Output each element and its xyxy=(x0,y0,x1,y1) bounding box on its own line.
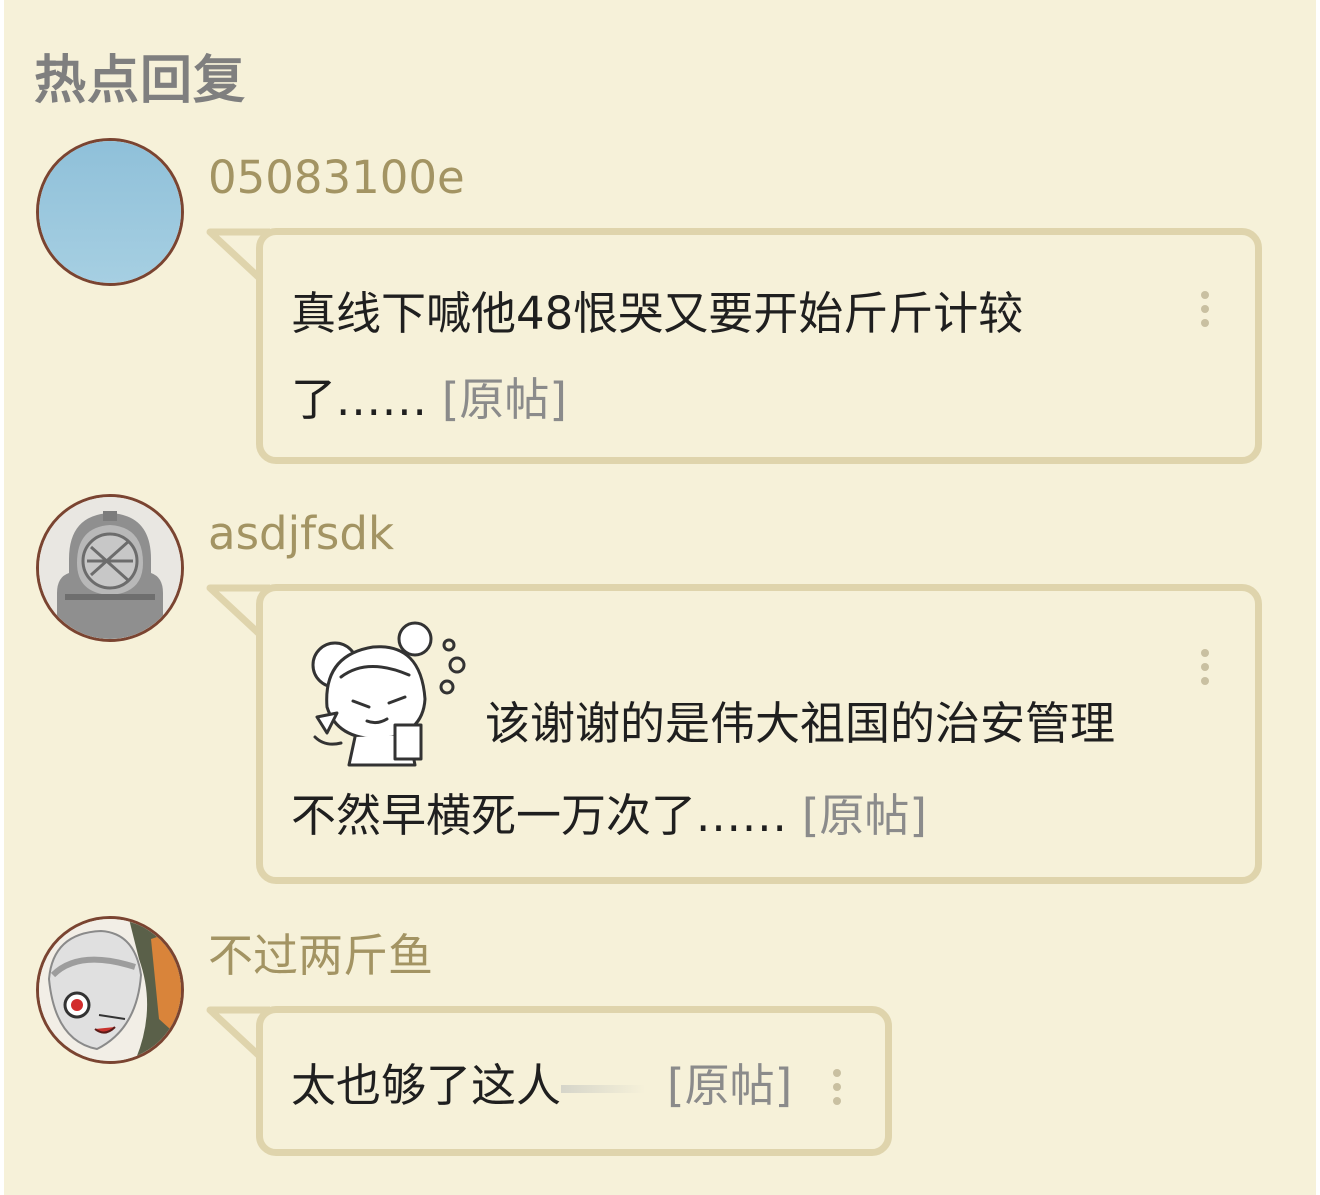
reply-bubble: 真线下喊他48恨哭又要开始斤斤计较 了...... [原帖] xyxy=(256,228,1262,464)
original-post-link[interactable]: [原帖] xyxy=(667,1059,792,1112)
reply-text-tail: 不然早横死一万次了 xyxy=(291,789,697,842)
reply-bubble: 该谢谢的是伟大祖国的治安管理 不然早横死一万次了...... [原帖] xyxy=(256,584,1262,884)
more-options-icon[interactable] xyxy=(833,1069,843,1111)
reply-text-tail: 了 xyxy=(291,373,337,426)
reply-text: 太也够了这人 xyxy=(291,1059,562,1112)
ellipsis: ...... xyxy=(696,789,788,842)
username[interactable]: asdjfsdk xyxy=(208,506,394,562)
reply-text-line2: 了...... [原帖] xyxy=(291,357,1211,443)
more-options-icon[interactable] xyxy=(1201,291,1211,333)
reply-text: 真线下喊他48恨哭又要开始斤斤计较 xyxy=(291,287,1024,340)
reply-content: 该谢谢的是伟大祖国的治安管理 不然早横死一万次了...... [原帖] xyxy=(291,681,1221,859)
reply-bubble: 太也够了这人 [原帖] xyxy=(256,1006,892,1156)
reply-content: 太也够了这人 [原帖] xyxy=(291,1043,851,1129)
avatar[interactable] xyxy=(36,916,184,1064)
reply-content: 真线下喊他48恨哭又要开始斤斤计较 了...... [原帖] xyxy=(291,271,1211,443)
reply-text-line2: 不然早横死一万次了...... [原帖] xyxy=(291,773,1221,859)
ellipsis: ...... xyxy=(336,373,428,426)
avatar[interactable] xyxy=(36,494,184,642)
original-post-link[interactable]: [原帖] xyxy=(442,373,567,426)
username[interactable]: 不过两斤鱼 xyxy=(208,928,433,984)
hot-replies-page: 热点回复 05083100e 真线下喊他48恨哭又要开始斤斤计较 了......… xyxy=(4,0,1316,1195)
section-title: 热点回复 xyxy=(34,51,247,111)
text-fade xyxy=(561,1085,646,1093)
more-options-icon[interactable] xyxy=(1201,649,1211,691)
reply-text: 该谢谢的是伟大祖国的治安管理 xyxy=(485,697,1116,750)
username[interactable]: 05083100e xyxy=(208,150,465,206)
original-post-link[interactable]: [原帖] xyxy=(802,789,927,842)
avatar[interactable] xyxy=(36,138,184,286)
reply-text-line: 太也够了这人 [原帖] xyxy=(291,1043,851,1129)
